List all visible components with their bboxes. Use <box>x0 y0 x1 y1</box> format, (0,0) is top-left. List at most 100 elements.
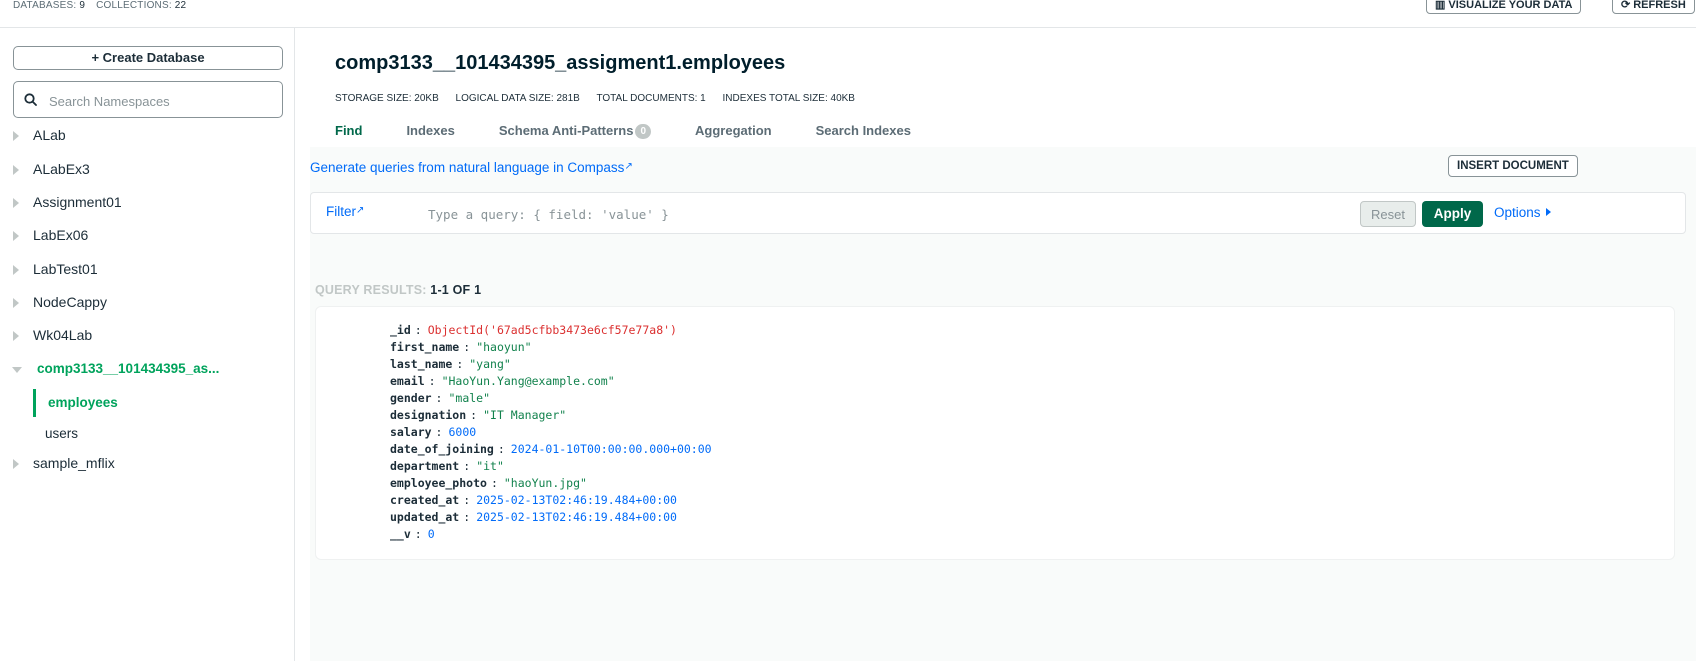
main-panel: comp3133__101434395_assigment1.employees… <box>295 28 1696 661</box>
options-toggle[interactable]: Options <box>1494 205 1551 220</box>
field-key: designation <box>390 408 467 422</box>
databases-count: 9 <box>79 0 86 11</box>
field-separator: : <box>490 476 498 490</box>
count-badge: 0 <box>635 124 652 139</box>
link-label: Generate queries from natural language i… <box>310 160 625 175</box>
cluster-stats: DATABASES: 9 COLLECTIONS: 22 <box>13 0 194 11</box>
search-namespaces-input[interactable] <box>47 90 276 112</box>
field-value: "it" <box>476 459 504 473</box>
field-key: __v <box>390 527 411 541</box>
db-label: LabEx06 <box>33 227 89 243</box>
field-separator: : <box>463 459 471 473</box>
tab-aggregation[interactable]: Aggregation <box>695 123 772 138</box>
db-label: sample_mflix <box>33 455 115 471</box>
sidebar: + Create Database ALab ALabEx3 Assignmen… <box>0 28 295 661</box>
document-field[interactable]: email: "HaoYun.Yang@example.com" <box>390 373 712 390</box>
field-value: "HaoYun.Yang@example.com" <box>441 374 615 388</box>
field-separator: : <box>456 357 464 371</box>
document-field[interactable]: last_name: "yang" <box>390 356 712 373</box>
field-key: email <box>390 374 425 388</box>
field-separator: : <box>497 442 505 456</box>
sidebar-db-alab[interactable]: ALab <box>0 122 294 150</box>
sidebar-collection-employees[interactable]: employees <box>0 389 294 417</box>
tab-schema-anti-patterns[interactable]: Schema Anti-Patterns 0 <box>498 123 652 139</box>
document-field[interactable]: gender: "male" <box>390 390 712 407</box>
document-field[interactable]: created_at:2025-02-13T02:46:19.484+00:00 <box>390 492 712 509</box>
sidebar-db-sample-mflix[interactable]: sample_mflix <box>0 450 294 478</box>
document-field[interactable]: department: "it" <box>390 458 712 475</box>
caret-right-icon <box>13 265 19 275</box>
filter-query-input[interactable] <box>426 201 1330 227</box>
collection-stats: STORAGE SIZE: 20KB LOGICAL DATA SIZE: 28… <box>335 93 869 104</box>
sidebar-db-comp3133[interactable]: comp3133__101434395_as... <box>0 356 294 384</box>
query-results-count: 1-1 OF 1 <box>430 283 482 297</box>
document-fields: _id: ObjectId('67ad5cfbb3473e6cf57e77a8')… <box>390 322 712 543</box>
search-icon <box>24 93 37 106</box>
document-field[interactable]: employee_photo: "haoYun.jpg" <box>390 475 712 492</box>
document-field[interactable]: __v:0 <box>390 526 712 543</box>
caret-down-icon <box>12 367 22 373</box>
external-link-icon: ↗ <box>624 161 633 172</box>
caret-right-icon <box>13 331 19 341</box>
db-label: Wk04Lab <box>33 327 93 343</box>
field-value: 2025-02-13T02:46:19.484+00:00 <box>476 510 677 524</box>
document-field[interactable]: date_of_joining:2024-01-10T00:00:00.000+… <box>390 441 712 458</box>
field-separator: : <box>463 510 471 524</box>
sidebar-db-wk04lab[interactable]: Wk04Lab <box>0 322 294 350</box>
field-value: 0 <box>427 527 435 541</box>
sidebar-db-nodecappy[interactable]: NodeCappy <box>0 289 294 317</box>
field-separator: : <box>463 493 471 507</box>
field-value: 2025-02-13T02:46:19.484+00:00 <box>476 493 677 507</box>
document-field[interactable]: designation: "IT Manager" <box>390 407 712 424</box>
db-label: LabTest01 <box>33 261 98 277</box>
collection-title: comp3133__101434395_assigment1.employees <box>335 52 786 74</box>
field-key: date_of_joining <box>390 442 494 456</box>
create-database-label: Create Database <box>102 50 205 65</box>
document-field[interactable]: updated_at:2025-02-13T02:46:19.484+00:00 <box>390 509 712 526</box>
field-separator: : <box>414 323 422 337</box>
field-separator: : <box>428 374 436 388</box>
sidebar-collection-users[interactable]: users <box>0 420 294 448</box>
sidebar-db-labex06[interactable]: LabEx06 <box>0 222 294 250</box>
reset-button[interactable]: Reset <box>1360 201 1416 227</box>
find-content: Generate queries from natural language i… <box>310 147 1696 661</box>
field-value: 2024-01-10T00:00:00.000+00:00 <box>510 442 712 456</box>
apply-button[interactable]: Apply <box>1422 201 1483 227</box>
field-separator: : <box>463 340 471 354</box>
filter-help-link[interactable]: Filter↗ <box>326 204 364 219</box>
db-label: ALabEx3 <box>33 161 90 177</box>
document-field[interactable]: salary:6000 <box>390 424 712 441</box>
field-key: department <box>390 459 460 473</box>
caret-right-icon <box>13 198 19 208</box>
options-label: Options <box>1494 205 1541 220</box>
field-value: "IT Manager" <box>483 408 567 422</box>
document-card[interactable]: _id: ObjectId('67ad5cfbb3473e6cf57e77a8')… <box>315 306 1675 560</box>
insert-document-button[interactable]: INSERT DOCUMENT <box>1448 155 1578 177</box>
sidebar-db-assignment01[interactable]: Assignment01 <box>0 189 294 217</box>
logical-data-size: LOGICAL DATA SIZE: 281B <box>455 93 580 104</box>
external-link-icon: ↗ <box>356 205 365 216</box>
refresh-button[interactable]: ⟳ REFRESH <box>1612 0 1695 14</box>
caret-right-icon <box>13 298 19 308</box>
tab-find[interactable]: Find <box>335 123 362 138</box>
create-database-button[interactable]: + Create Database <box>13 46 283 70</box>
sidebar-db-alabex3[interactable]: ALabEx3 <box>0 156 294 184</box>
tab-indexes[interactable]: Indexes <box>406 123 454 138</box>
visualize-data-button[interactable]: ▥ VISUALIZE YOUR DATA <box>1426 0 1582 14</box>
collections-count: 22 <box>174 0 187 11</box>
field-value: "male" <box>448 391 491 405</box>
refresh-label: REFRESH <box>1633 0 1686 11</box>
natural-language-compass-link[interactable]: Generate queries from natural language i… <box>310 160 633 175</box>
field-value: "yang" <box>469 357 511 371</box>
field-separator: : <box>414 527 422 541</box>
tab-search-indexes[interactable]: Search Indexes <box>816 123 911 138</box>
active-indicator <box>33 389 36 417</box>
collection-label: employees <box>48 395 118 410</box>
db-label: NodeCappy <box>33 294 107 310</box>
document-field[interactable]: _id: ObjectId('67ad5cfbb3473e6cf57e77a8') <box>390 322 712 339</box>
document-field[interactable]: first_name: "haoyun" <box>390 339 712 356</box>
collection-label: users <box>45 426 79 441</box>
sidebar-db-labtest01[interactable]: LabTest01 <box>0 256 294 284</box>
namespace-search <box>13 81 283 118</box>
tab-label: Schema Anti-Patterns <box>498 123 634 138</box>
